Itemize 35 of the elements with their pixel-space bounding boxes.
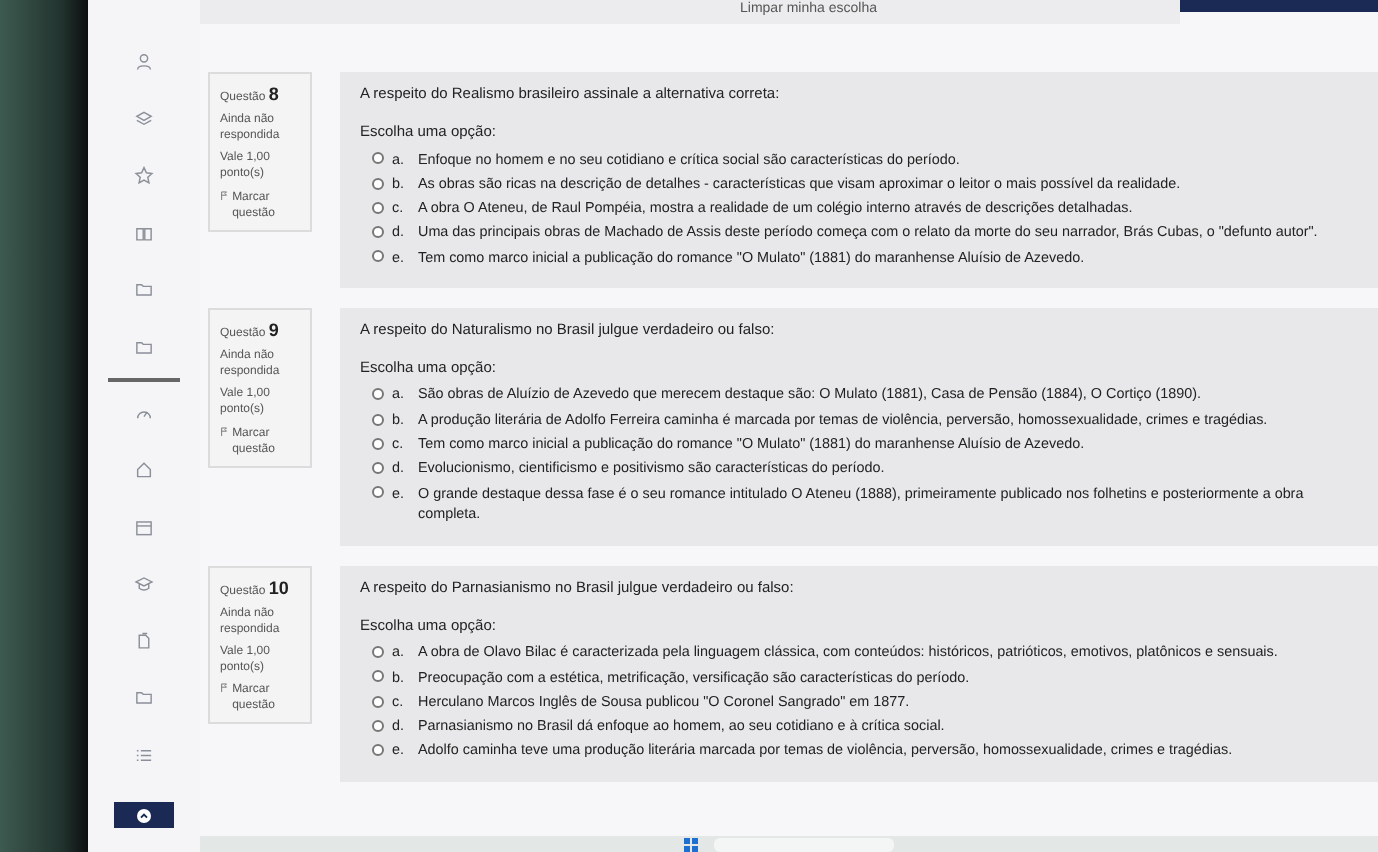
question-number: 9 — [268, 319, 279, 340]
question-number: 10 — [268, 577, 289, 598]
radio-button[interactable] — [372, 152, 384, 165]
windows-icon[interactable] — [684, 837, 698, 851]
radio-button[interactable] — [372, 646, 384, 659]
radio-button[interactable] — [372, 413, 384, 426]
user-icon[interactable] — [132, 52, 156, 72]
flag-icon[interactable] — [220, 189, 229, 202]
radio-button[interactable] — [372, 437, 384, 450]
home-icon[interactable] — [132, 460, 156, 480]
question-number: 8 — [268, 84, 279, 104]
list-icon[interactable] — [132, 745, 156, 765]
radio-button[interactable] — [372, 388, 384, 401]
radio-button[interactable] — [372, 177, 384, 190]
flag-icon[interactable] — [220, 425, 229, 437]
radio-button[interactable] — [372, 226, 384, 239]
folder-icon[interactable] — [132, 337, 156, 357]
flag-icon[interactable] — [220, 682, 229, 695]
radio-button[interactable] — [372, 719, 384, 732]
graduation-cap-icon[interactable] — [132, 574, 156, 594]
radio-button[interactable] — [372, 744, 384, 757]
layers-icon[interactable] — [132, 109, 156, 129]
radio-button[interactable] — [372, 462, 384, 475]
chevron-button[interactable] — [114, 802, 174, 828]
calendar-icon[interactable] — [132, 517, 156, 537]
folder-icon[interactable] — [132, 688, 156, 708]
radio-button[interactable] — [372, 201, 384, 214]
chevron-icon — [136, 807, 152, 824]
radio-button[interactable] — [372, 670, 384, 683]
folder-icon[interactable] — [132, 280, 156, 300]
star-icon[interactable] — [132, 166, 156, 186]
radio-button[interactable] — [372, 695, 384, 708]
book-icon[interactable] — [132, 223, 156, 243]
radio-button[interactable] — [372, 486, 384, 499]
radio-button[interactable] — [372, 250, 384, 263]
